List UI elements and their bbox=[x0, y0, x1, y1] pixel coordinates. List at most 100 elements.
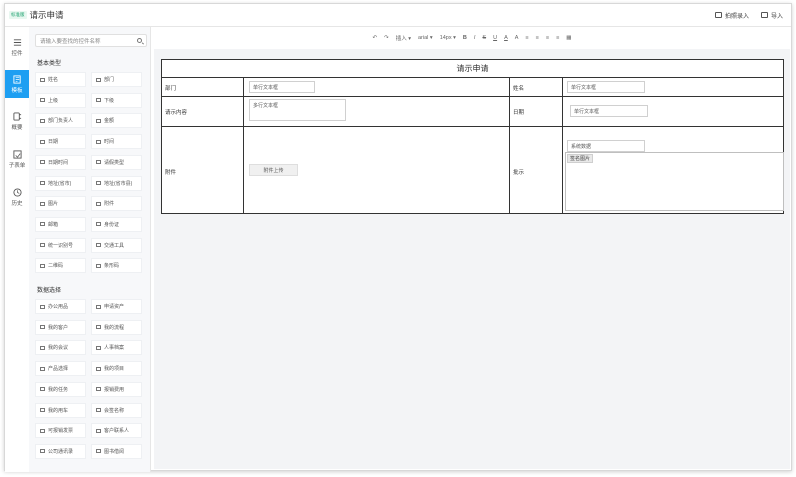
palette-item[interactable]: 我的用车 bbox=[35, 402, 86, 418]
control-type-icon bbox=[96, 181, 101, 185]
control-type-icon bbox=[40, 408, 45, 412]
palette-item-label: 可报销发票 bbox=[48, 428, 74, 435]
palette-item[interactable]: 申请资产 bbox=[91, 299, 142, 314]
table-icon[interactable]: ▦ bbox=[566, 35, 571, 41]
rail-item-template[interactable]: 模板 bbox=[5, 70, 29, 98]
palette-item[interactable]: 人事档案 bbox=[91, 340, 142, 356]
control-type-icon bbox=[96, 201, 101, 206]
palette-item[interactable]: 部门 bbox=[91, 72, 142, 87]
rail-item-controls[interactable]: 控件 bbox=[5, 33, 29, 61]
palette-item[interactable]: 报销费用 bbox=[91, 381, 142, 397]
import-button[interactable]: 导入 bbox=[760, 11, 783, 20]
palette-item[interactable]: 地址(省市县) bbox=[91, 175, 142, 191]
editor-toolbar: ↶ ↷ 插入 ▾ arial ▾ 14px ▾ B I S U A A ≡ ≡ … bbox=[151, 32, 793, 44]
control-type-icon bbox=[40, 243, 45, 248]
redo-icon[interactable]: ↷ bbox=[384, 35, 389, 41]
search-input[interactable]: 请输入要查找的控件名称 bbox=[35, 34, 147, 47]
background-color-icon[interactable]: A bbox=[515, 35, 519, 41]
palette-item[interactable]: 条形码 bbox=[91, 258, 142, 274]
palette-item[interactable]: 统一识别号 bbox=[35, 237, 86, 253]
strikethrough-icon[interactable]: S bbox=[482, 35, 486, 41]
palette-item-label: 姓名 bbox=[48, 77, 59, 83]
rail-item-subform[interactable]: 子表单 bbox=[5, 145, 29, 173]
dept-field[interactable]: 单行文本框 bbox=[249, 81, 315, 93]
align-right-icon[interactable]: ≡ bbox=[546, 35, 549, 41]
search-icon[interactable] bbox=[137, 38, 142, 43]
palette-item[interactable]: 姓名 bbox=[35, 72, 86, 87]
photo-import-button[interactable]: 拍照录入 bbox=[714, 11, 749, 20]
palette-item[interactable]: 日期 bbox=[35, 134, 86, 150]
basic-types-title: 基本类型 bbox=[37, 61, 62, 67]
palette-item[interactable]: 我的流程 bbox=[91, 319, 142, 335]
menu-icon bbox=[13, 38, 21, 46]
palette-item[interactable]: 我的客户 bbox=[35, 319, 86, 335]
palette-item[interactable]: 身份证 bbox=[91, 216, 142, 232]
palette-item[interactable]: 会签名称 bbox=[91, 402, 142, 418]
bold-icon[interactable]: B bbox=[463, 35, 467, 41]
control-type-icon bbox=[96, 77, 101, 82]
palette-item[interactable]: 公司通讯录 bbox=[35, 443, 86, 459]
name-label: 姓名 bbox=[513, 86, 525, 92]
form-title: 请示申请 bbox=[162, 60, 783, 78]
palette-item[interactable]: 下级 bbox=[91, 92, 142, 108]
palette-item[interactable]: 日期时间 bbox=[35, 154, 86, 170]
palette-item[interactable]: 我的任务 bbox=[35, 381, 86, 397]
control-type-icon bbox=[96, 304, 101, 309]
palette-item-label: 交通工具 bbox=[104, 242, 125, 249]
form-table[interactable]: 请示申请 部门 单行文本框 姓名 单行文本框 请示内容 多行文本框 日期 单行文… bbox=[161, 59, 784, 214]
content-field[interactable]: 多行文本框 bbox=[249, 99, 346, 121]
system-data-field[interactable]: 系统数据 bbox=[567, 140, 645, 152]
palette-item[interactable]: 图书借阅 bbox=[91, 443, 142, 459]
font-family-select[interactable]: arial ▾ bbox=[418, 35, 433, 41]
app-window: 标准版 请示申请 拍照录入 导入 控件 模板 概要 子表单 历史 请输入要查找的… bbox=[4, 3, 793, 472]
palette-item[interactable]: 可报销发票 bbox=[35, 423, 86, 439]
palette-item[interactable]: 产品选择 bbox=[35, 361, 86, 377]
align-left-icon[interactable]: ≡ bbox=[525, 35, 528, 41]
palette-item-label: 会签名称 bbox=[104, 407, 125, 414]
control-type-icon bbox=[40, 345, 45, 350]
palette-item[interactable]: 我的项目 bbox=[91, 361, 142, 377]
palette-item[interactable]: 请假类型 bbox=[91, 154, 142, 170]
rail-item-outline[interactable]: 概要 bbox=[5, 107, 29, 135]
palette-item[interactable]: 办公用品 bbox=[35, 299, 86, 314]
palette-item[interactable]: 交通工具 bbox=[91, 237, 142, 253]
palette-item[interactable]: 客户联系人 bbox=[91, 423, 142, 439]
palette-item[interactable]: 图片 bbox=[35, 196, 86, 212]
palette-item[interactable]: 金额 bbox=[91, 113, 142, 129]
control-type-icon bbox=[40, 428, 45, 433]
outline-icon bbox=[12, 111, 21, 121]
control-type-icon bbox=[40, 139, 45, 144]
font-size-select[interactable]: 14px ▾ bbox=[440, 35, 456, 41]
upload-button[interactable]: 附件上传 bbox=[249, 164, 298, 176]
palette-item[interactable]: 邮箱 bbox=[35, 216, 86, 232]
control-type-icon bbox=[96, 325, 101, 330]
align-center-icon[interactable]: ≡ bbox=[536, 35, 539, 41]
import-icon bbox=[760, 12, 768, 18]
palette-item[interactable]: 部门负责人 bbox=[35, 113, 86, 129]
insert-button[interactable]: 插入 ▾ bbox=[396, 34, 411, 42]
date-field[interactable]: 单行文本框 bbox=[570, 105, 648, 117]
justify-icon[interactable]: ≡ bbox=[556, 35, 559, 41]
italic-icon[interactable]: I bbox=[474, 35, 476, 41]
palette-item[interactable]: 附件 bbox=[91, 196, 142, 212]
undo-icon[interactable]: ↶ bbox=[372, 35, 377, 41]
palette-item-label: 我的项目 bbox=[104, 366, 125, 373]
column-divider bbox=[243, 78, 244, 214]
palette-item[interactable]: 我的会议 bbox=[35, 340, 86, 356]
font-color-icon[interactable]: A bbox=[504, 35, 508, 41]
control-type-icon bbox=[96, 366, 101, 371]
palette-item[interactable]: 时间 bbox=[91, 134, 142, 150]
signature-area[interactable]: 签名图片 bbox=[565, 152, 784, 211]
palette-item[interactable]: 上级 bbox=[35, 92, 86, 108]
data-select-title: 数据选择 bbox=[37, 288, 62, 294]
palette-item[interactable]: 二维码 bbox=[35, 258, 86, 274]
rail-item-history[interactable]: 历史 bbox=[5, 183, 29, 211]
control-type-icon bbox=[40, 98, 45, 103]
name-field[interactable]: 单行文本框 bbox=[567, 81, 645, 93]
template-icon bbox=[12, 74, 21, 84]
palette-item[interactable]: 地址(省市) bbox=[35, 175, 86, 191]
palette-item-label: 人事档案 bbox=[104, 345, 125, 352]
underline-icon[interactable]: U bbox=[493, 35, 497, 41]
palette-item-label: 身份证 bbox=[104, 221, 120, 228]
palette-item-label: 图片 bbox=[48, 201, 59, 208]
